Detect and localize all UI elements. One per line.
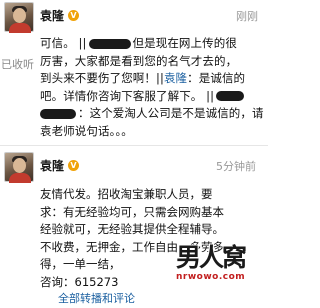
all-reposts-link[interactable]: 全部转播和评论 [58, 290, 135, 306]
verified-badge-icon: V [68, 10, 79, 21]
watermark-url: nrwowo.com [176, 272, 246, 282]
text-line: 求：有无经验均可，只需会网购基本 [40, 204, 224, 219]
text-line: 经验就可，无经验其提供全程辅导。 [40, 222, 224, 236]
avatar[interactable] [4, 152, 34, 183]
post-body: 可信。 || 但是现在网上传的很 厉害，大家都是看到您的名气才去的， 到头来不要伤… [40, 35, 264, 140]
redaction-bar [216, 91, 245, 101]
text-line: 厉害，大家都是看到您的名气才去的， [40, 53, 238, 68]
verified-badge-icon: V [68, 160, 79, 171]
username[interactable]: 袁隆 [40, 7, 64, 24]
timestamp: 5分钟前 [216, 160, 256, 173]
text-line: 袁老师说句话。。。 [40, 123, 133, 138]
text-segment: 吧。详情你咨询下客服了解下。 || [40, 88, 215, 103]
mention-link[interactable]: 袁隆 [164, 71, 187, 85]
redaction-bar [40, 108, 76, 119]
text-line: 友情代发。招收淘宝兼职人员，要 [40, 187, 213, 201]
avatar[interactable] [4, 2, 34, 33]
timestamp: 刚刚 [236, 10, 258, 23]
text-segment: ：这个爱淘人公司是不是诚信的，请 [78, 106, 264, 120]
watermark-logo-text: 男人窝 [176, 243, 247, 272]
text-segment: 可信。 || [40, 36, 87, 50]
listen-status-label: 已收听 [1, 58, 34, 71]
text-segment: ：是诚信的 [187, 71, 246, 85]
username[interactable]: 袁隆 [40, 157, 64, 174]
text-segment: 到头来不要伤了您啊！|| [40, 71, 164, 85]
divider [0, 145, 268, 146]
text-segment: 但是现在网上传的很 [132, 36, 237, 50]
redaction-bar [88, 38, 131, 49]
site-watermark: 男人窝 nrwowo.com [176, 238, 266, 298]
